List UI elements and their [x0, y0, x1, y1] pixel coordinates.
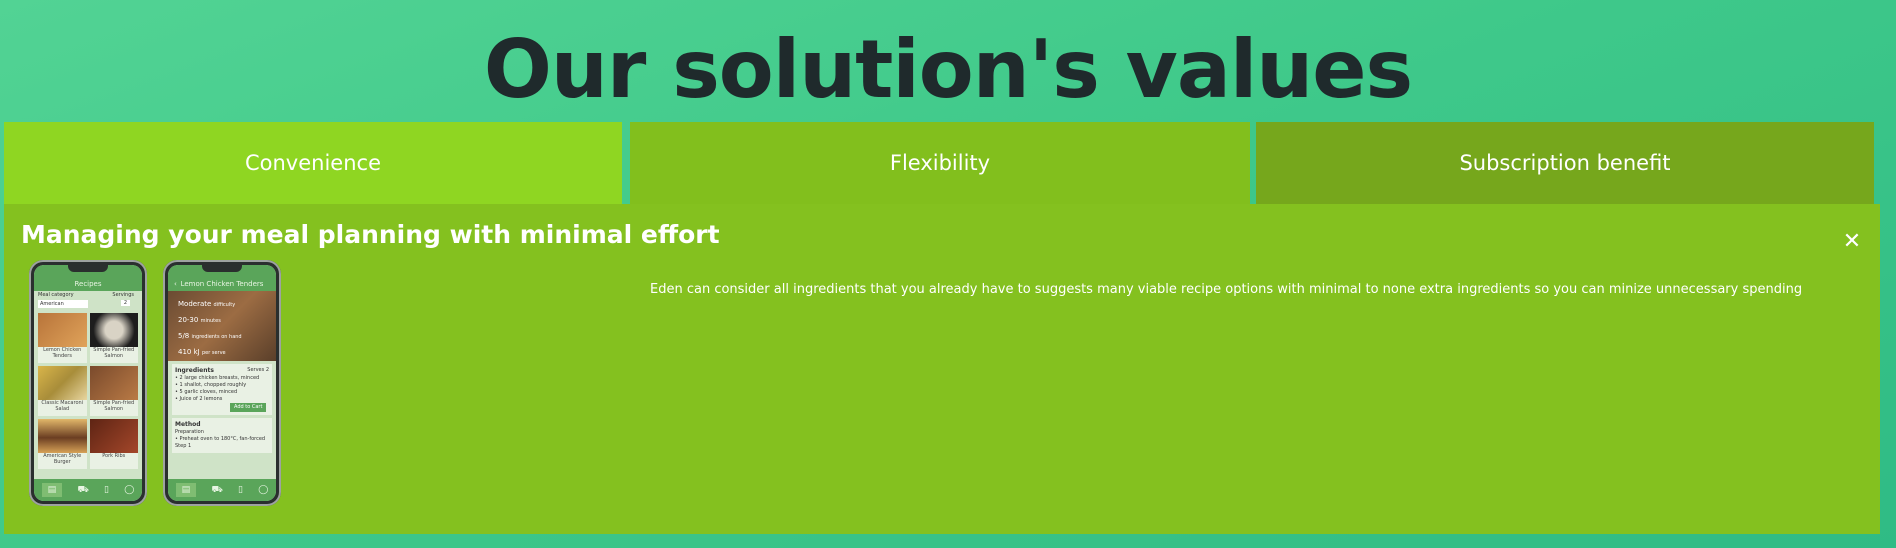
- serves-label: Serves 2: [247, 367, 269, 374]
- difficulty-value: Moderate: [178, 300, 212, 308]
- value-tabs: Convenience Flexibility Subscription ben…: [4, 122, 1874, 204]
- recipe-card: Classic Macaroni Salad: [38, 366, 87, 416]
- ingredient-text: Juice of 2 lemons: [179, 396, 223, 402]
- recipe-name: Simple Pan-fried Salmon: [93, 347, 135, 359]
- cart-nav-icon: ⛟: [77, 484, 89, 495]
- screen-title: Recipes: [74, 280, 102, 288]
- phone-screen: Recipes Meal category Servings American …: [34, 265, 142, 501]
- ingredient-text: 1 shallot, chopped roughly: [179, 382, 247, 388]
- servings-value: 2: [120, 300, 130, 306]
- recipe-card: American Style Burger: [38, 419, 87, 469]
- recipe-card: Lemon Chicken Tenders: [38, 313, 87, 363]
- panel-description: Eden can consider all ingredients that y…: [650, 282, 1803, 297]
- recipe-name: Classic Macaroni Salad: [41, 400, 84, 412]
- phone-notch: [202, 265, 242, 272]
- serves-text: Serves: [247, 367, 265, 373]
- recipe-stats: Moderate difficulty 20-30 minutes 5/8 in…: [168, 291, 276, 361]
- tab-content-panel: Managing your meal planning with minimal…: [4, 204, 1880, 534]
- recipes-nav-icon: ▤: [41, 483, 63, 497]
- screen-title: Lemon Chicken Tenders: [180, 280, 264, 288]
- recipe-card: Simple Pan-fried Salmon: [89, 313, 138, 363]
- category-select: American: [38, 300, 88, 308]
- book-nav-icon: ▯: [238, 485, 243, 495]
- recipe-name: Simple Pan-fried Salmon: [93, 400, 135, 412]
- page-title: Our solution's values: [483, 23, 1413, 116]
- tab-convenience[interactable]: Convenience: [4, 122, 622, 204]
- book-nav-icon: ▯: [104, 485, 109, 495]
- ingredients-stat: 5/8 ingredients on hand: [178, 329, 266, 345]
- profile-nav-icon: ◯: [124, 485, 135, 495]
- serves-value: 2: [265, 367, 269, 373]
- ingredient-item: • 5 garlic cloves, minced: [175, 389, 238, 395]
- time-value: 20-30: [178, 316, 199, 324]
- tab-subscription-benefit[interactable]: Subscription benefit: [1256, 122, 1874, 204]
- recipe-name: Lemon Chicken Tenders: [43, 347, 82, 359]
- phone-notch: [68, 265, 108, 272]
- add-to-cart-button: Add to Cart: [230, 403, 267, 412]
- ingredients-count-label: ingredients on hand: [191, 334, 242, 340]
- recipe-name: Pork Ribs: [102, 453, 126, 459]
- back-arrow-icon: ‹: [174, 280, 177, 288]
- preparation-step: • Preheat oven to 180°C, fan-forced: [175, 436, 266, 442]
- recipe-card: Pork Ribs: [89, 419, 138, 469]
- panel-title: Managing your meal planning with minimal…: [21, 220, 720, 249]
- bottom-nav: ▤ ⛟ ▯ ◯: [168, 479, 276, 501]
- cart-nav-icon: ⛟: [211, 484, 223, 495]
- time-stat: 20-30 minutes: [178, 313, 266, 329]
- recipe-card: Simple Pan-fried Salmon: [89, 366, 138, 416]
- preparation-heading: Preparation: [175, 429, 204, 435]
- filter-servings-label: Servings: [112, 292, 134, 298]
- time-unit: minutes: [200, 318, 221, 324]
- recipe-name: American Style Burger: [43, 453, 82, 465]
- recipe-image: [89, 313, 138, 347]
- ingredient-item: • Juice of 2 lemons: [175, 396, 223, 402]
- close-icon[interactable]: ✕: [1840, 230, 1864, 254]
- difficulty-stat: Moderate difficulty: [178, 297, 266, 313]
- ingredient-text: 2 large chicken breasts, minced: [179, 375, 260, 381]
- filter-category-label: Meal category: [38, 292, 74, 298]
- recipe-grid: Lemon Chicken Tenders Simple Pan-fried S…: [34, 311, 142, 471]
- tab-flexibility[interactable]: Flexibility: [630, 122, 1250, 204]
- energy-stat: 410 kJ per serve: [178, 345, 266, 361]
- ingredients-count: 5/8: [178, 332, 190, 340]
- difficulty-label: difficulty: [213, 302, 236, 308]
- phone-mockup-recipe-detail: ‹ Lemon Chicken Tenders Moderate difficu…: [163, 260, 281, 506]
- recipe-image: [89, 419, 138, 453]
- ingredient-item: • 1 shallot, chopped roughly: [175, 382, 247, 388]
- recipe-image: [38, 313, 87, 347]
- recipe-image: [89, 366, 138, 400]
- recipe-image: [38, 419, 87, 453]
- recipes-nav-icon: ▤: [175, 483, 197, 497]
- energy-value: 410 kJ: [178, 348, 200, 356]
- method-card: Method Preparation • Preheat oven to 180…: [172, 418, 272, 453]
- method-heading: Method: [175, 421, 201, 428]
- preparation-step-text: Preheat oven to 180°C, fan-forced: [179, 436, 266, 442]
- ingredient-item: • 2 large chicken breasts, minced: [175, 375, 260, 381]
- bottom-nav: ▤ ⛟ ▯ ◯: [34, 479, 142, 501]
- recipe-image: [38, 366, 87, 400]
- ingredients-card: Ingredients Serves 2 • 2 large chicken b…: [172, 364, 272, 415]
- ingredient-text: 5 garlic cloves, minced: [179, 389, 238, 395]
- energy-unit: per serve: [201, 350, 226, 356]
- phone-screen: ‹ Lemon Chicken Tenders Moderate difficu…: [168, 265, 276, 501]
- ingredients-heading: Ingredients: [175, 367, 214, 374]
- filters-row: Meal category Servings American 2: [34, 291, 142, 311]
- phone-mockup-recipes: Recipes Meal category Servings American …: [29, 260, 147, 506]
- step-label: Step 1: [175, 443, 192, 449]
- profile-nav-icon: ◯: [258, 485, 269, 495]
